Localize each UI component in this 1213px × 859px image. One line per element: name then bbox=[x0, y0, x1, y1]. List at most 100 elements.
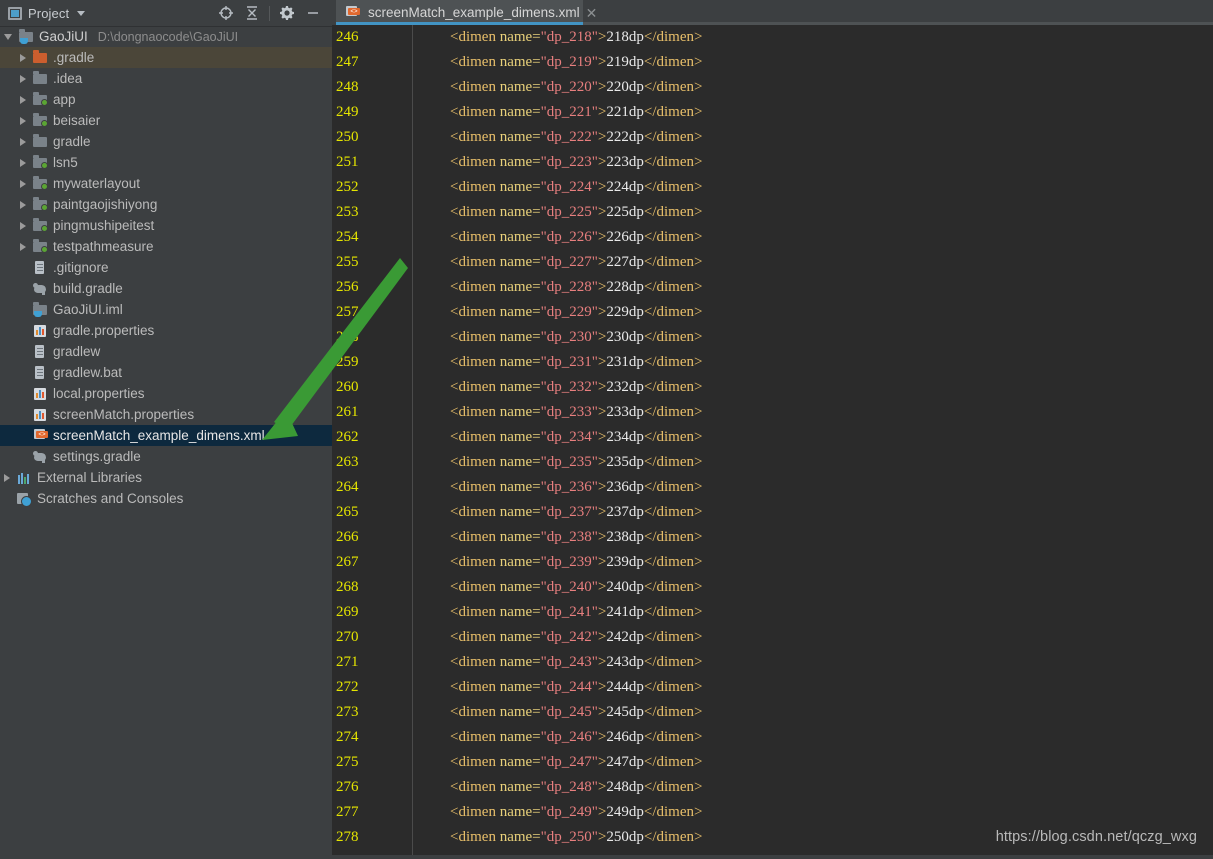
collapse-all-icon[interactable] bbox=[239, 0, 265, 26]
code-line[interactable]: 250 <dimen name="dp_222">222dp</dimen> bbox=[332, 125, 1213, 150]
code-line[interactable]: 259 <dimen name="dp_231">231dp</dimen> bbox=[332, 350, 1213, 375]
code-line[interactable]: 248 <dimen name="dp_220">220dp</dimen> bbox=[332, 75, 1213, 100]
code-line[interactable]: 256 <dimen name="dp_228">228dp</dimen> bbox=[332, 275, 1213, 300]
code-line[interactable]: 266 <dimen name="dp_238">238dp</dimen> bbox=[332, 525, 1213, 550]
code-line[interactable]: 264 <dimen name="dp_236">236dp</dimen> bbox=[332, 475, 1213, 500]
tree-item-settings-gradle[interactable]: settings.gradle bbox=[0, 446, 332, 467]
code-line[interactable]: 249 <dimen name="dp_221">221dp</dimen> bbox=[332, 100, 1213, 125]
xml-icon: <> bbox=[32, 428, 48, 444]
code-line[interactable]: 276 <dimen name="dp_248">248dp</dimen> bbox=[332, 775, 1213, 800]
tree-item-paintgaojishiyong[interactable]: paintgaojishiyong bbox=[0, 194, 332, 215]
code-line[interactable]: 251 <dimen name="dp_223">223dp</dimen> bbox=[332, 150, 1213, 175]
expand-arrow-right-icon[interactable] bbox=[20, 242, 26, 251]
code-editor[interactable]: 246 <dimen name="dp_218">218dp</dimen> 247… bbox=[332, 25, 1213, 859]
tree-item-screenmatch-example-dimens-xml[interactable]: <> screenMatch_example_dimens.xml bbox=[0, 425, 332, 446]
expand-arrow-right-icon[interactable] bbox=[20, 221, 26, 230]
tree-item-gradle[interactable]: gradle bbox=[0, 131, 332, 152]
tree-item-idea[interactable]: .idea bbox=[0, 68, 332, 89]
expand-arrow-right-icon[interactable] bbox=[4, 473, 10, 482]
close-icon[interactable]: ✕ bbox=[586, 6, 598, 20]
code-line-text: <dimen name="dp_247">247dp</dimen> bbox=[450, 754, 703, 770]
code-line-text: <dimen name="dp_242">242dp</dimen> bbox=[450, 629, 703, 645]
locate-icon[interactable] bbox=[213, 0, 239, 26]
chevron-down-icon[interactable] bbox=[77, 10, 86, 16]
tree-item-gradle-properties[interactable]: gradle.properties bbox=[0, 320, 332, 341]
tree-item-app[interactable]: app bbox=[0, 89, 332, 110]
line-number: 260 bbox=[336, 379, 359, 395]
tree-item-local-properties[interactable]: local.properties bbox=[0, 383, 332, 404]
settings-gear-icon[interactable] bbox=[274, 0, 300, 26]
code-line[interactable]: 265 <dimen name="dp_237">237dp</dimen> bbox=[332, 500, 1213, 525]
code-line[interactable]: 273 <dimen name="dp_245">245dp</dimen> bbox=[332, 700, 1213, 725]
code-line[interactable]: 268 <dimen name="dp_240">240dp</dimen> bbox=[332, 575, 1213, 600]
tree-item-build-gradle[interactable]: build.gradle bbox=[0, 278, 332, 299]
tree-root-row[interactable]: GaoJiUI D:\dongnaocode\GaoJiUI bbox=[0, 26, 332, 47]
code-line[interactable]: 262 <dimen name="dp_234">234dp</dimen> bbox=[332, 425, 1213, 450]
module-icon bbox=[32, 155, 48, 171]
code-line[interactable]: 258 <dimen name="dp_230">230dp</dimen> bbox=[332, 325, 1213, 350]
tree-item-beisaier[interactable]: beisaier bbox=[0, 110, 332, 131]
code-line[interactable]: 277 <dimen name="dp_249">249dp</dimen> bbox=[332, 800, 1213, 825]
expand-arrow-right-icon[interactable] bbox=[20, 179, 26, 188]
code-line-text: <dimen name="dp_244">244dp</dimen> bbox=[450, 679, 703, 695]
folder-orange-icon bbox=[32, 50, 48, 66]
tree-item-pingmushipeitest[interactable]: pingmushipeitest bbox=[0, 215, 332, 236]
line-number: 251 bbox=[336, 154, 359, 170]
code-line[interactable]: 270 <dimen name="dp_242">242dp</dimen> bbox=[332, 625, 1213, 650]
tree-item-testpathmeasure[interactable]: testpathmeasure bbox=[0, 236, 332, 257]
code-line[interactable]: 253 <dimen name="dp_225">225dp</dimen> bbox=[332, 200, 1213, 225]
expand-arrow-right-icon[interactable] bbox=[20, 116, 26, 125]
line-number: 272 bbox=[336, 679, 359, 695]
expand-arrow-down-icon[interactable] bbox=[4, 33, 12, 40]
code-line[interactable]: 246 <dimen name="dp_218">218dp</dimen> bbox=[332, 25, 1213, 50]
tree-item-lsn5[interactable]: lsn5 bbox=[0, 152, 332, 173]
tree-item-gradle[interactable]: .gradle bbox=[0, 47, 332, 68]
code-lines[interactable]: 246 <dimen name="dp_218">218dp</dimen> 247… bbox=[332, 25, 1213, 859]
project-title-group[interactable]: Project bbox=[8, 0, 86, 26]
line-number: 253 bbox=[336, 204, 359, 220]
code-line[interactable]: 247 <dimen name="dp_219">219dp</dimen> bbox=[332, 50, 1213, 75]
file-icon bbox=[32, 344, 48, 360]
expand-arrow-right-icon[interactable] bbox=[20, 137, 26, 146]
code-line[interactable]: 261 <dimen name="dp_233">233dp</dimen> bbox=[332, 400, 1213, 425]
code-line[interactable]: 254 <dimen name="dp_226">226dp</dimen> bbox=[332, 225, 1213, 250]
code-line[interactable]: 275 <dimen name="dp_247">247dp</dimen> bbox=[332, 750, 1213, 775]
code-line[interactable]: 269 <dimen name="dp_241">241dp</dimen> bbox=[332, 600, 1213, 625]
code-line-text: <dimen name="dp_250">250dp</dimen> bbox=[450, 829, 703, 845]
tree-item-screenmatch-properties[interactable]: screenMatch.properties bbox=[0, 404, 332, 425]
code-line[interactable]: 274 <dimen name="dp_246">246dp</dimen> bbox=[332, 725, 1213, 750]
tree-item-gradlew-bat[interactable]: gradlew.bat bbox=[0, 362, 332, 383]
folder-icon bbox=[32, 134, 48, 150]
expand-arrow-right-icon[interactable] bbox=[20, 53, 26, 62]
tree-item-mywaterlayout[interactable]: mywaterlayout bbox=[0, 173, 332, 194]
tree-item-gitignore[interactable]: .gitignore bbox=[0, 257, 332, 278]
expand-arrow-right-icon[interactable] bbox=[20, 158, 26, 167]
project-tool-window: Project GaoJiUI D:\dongnaocode\GaoJiUI .… bbox=[0, 0, 332, 859]
tree-root-path: D:\dongnaocode\GaoJiUI bbox=[97, 29, 239, 44]
tree-item-scratches-and-consoles[interactable]: Scratches and Consoles bbox=[0, 488, 332, 509]
line-number: 254 bbox=[336, 229, 359, 245]
tree-item-label: GaoJiUI.iml bbox=[53, 302, 123, 317]
code-line[interactable]: 255 <dimen name="dp_227">227dp</dimen> bbox=[332, 250, 1213, 275]
toolbar-divider bbox=[269, 5, 270, 21]
code-line[interactable]: 271 <dimen name="dp_243">243dp</dimen> bbox=[332, 650, 1213, 675]
expand-arrow-right-icon[interactable] bbox=[20, 74, 26, 83]
expand-arrow-right-icon[interactable] bbox=[20, 200, 26, 209]
code-line[interactable]: 263 <dimen name="dp_235">235dp</dimen> bbox=[332, 450, 1213, 475]
scratches-icon bbox=[16, 491, 32, 507]
code-line-text: <dimen name="dp_238">238dp</dimen> bbox=[450, 529, 703, 545]
code-line[interactable]: 252 <dimen name="dp_224">224dp</dimen> bbox=[332, 175, 1213, 200]
code-line[interactable]: 272 <dimen name="dp_244">244dp</dimen> bbox=[332, 675, 1213, 700]
code-line[interactable]: 257 <dimen name="dp_229">229dp</dimen> bbox=[332, 300, 1213, 325]
hide-minimize-icon[interactable] bbox=[300, 0, 326, 26]
tree-item-external-libraries[interactable]: External Libraries bbox=[0, 467, 332, 488]
code-line-text: <dimen name="dp_245">245dp</dimen> bbox=[450, 704, 703, 720]
project-tree[interactable]: GaoJiUI D:\dongnaocode\GaoJiUI .gradle .i… bbox=[0, 26, 332, 859]
expand-arrow-right-icon[interactable] bbox=[20, 95, 26, 104]
tree-item-gaojiui-iml[interactable]: GaoJiUI.iml bbox=[0, 299, 332, 320]
tree-item-gradlew[interactable]: gradlew bbox=[0, 341, 332, 362]
code-line[interactable]: 260 <dimen name="dp_232">232dp</dimen> bbox=[332, 375, 1213, 400]
code-line-text: <dimen name="dp_223">223dp</dimen> bbox=[450, 154, 703, 170]
code-line[interactable]: 267 <dimen name="dp_239">239dp</dimen> bbox=[332, 550, 1213, 575]
